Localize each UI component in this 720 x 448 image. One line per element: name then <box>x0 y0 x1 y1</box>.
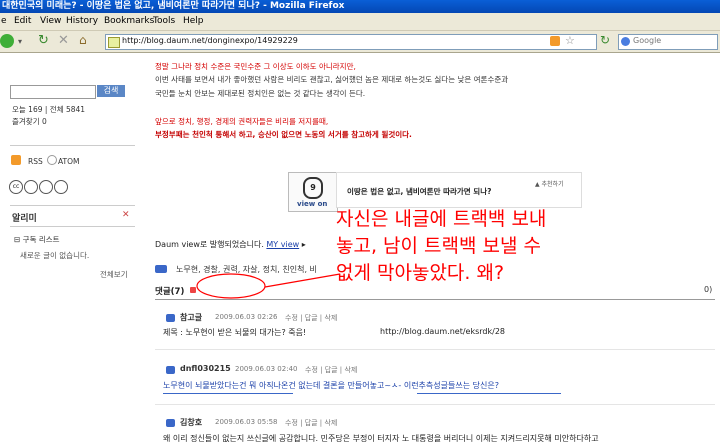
tag-icon <box>155 265 167 273</box>
view-on-title-box: 이땅은 법은 없고, 냄비여론만 따라가면 되나? ▲ 추천하기 <box>336 172 582 208</box>
comment-date: 2009.06.03 05:58 <box>215 418 278 426</box>
blog-search-button[interactable]: 검색 <box>97 85 125 97</box>
post-para2-line2: 부정부패는 천인척 통해서 하고, 승산이 없으면 노동의 서거를 참고하게 될… <box>155 130 412 139</box>
view-on-count: 9 <box>303 177 323 199</box>
view-on-title: 이땅은 법은 없고, 냄비여론만 따라가면 되나? <box>347 187 492 196</box>
comments-label[interactable]: 댓글(7) <box>155 285 184 297</box>
post-para1-line2: 이번 사태를 보면서 내가 좋아했던 사람은 비리도 괜찮고, 싫어했던 놈은 … <box>155 75 509 84</box>
view-on-widget[interactable]: 9 view on <box>288 172 338 212</box>
my-view-link[interactable]: MY view <box>266 240 299 249</box>
comment-body: 왜 이리 정신들이 없는지 쓰신글에 공감합니다. 민주당은 부정이 터지자 노… <box>163 434 599 443</box>
reload-icon[interactable]: ↻ <box>38 33 49 48</box>
search-placeholder: Google <box>633 36 662 45</box>
stats-today: 오늘 169 <box>12 105 43 114</box>
view-on-label: view on <box>297 200 328 208</box>
comment-author-icon <box>166 314 175 322</box>
comment-actions[interactable]: 수정 | 답글 | 삭제 <box>305 365 357 375</box>
cc-nd-icon[interactable] <box>54 180 68 194</box>
subscribe-empty: 새로운 글이 없습니다. <box>20 251 90 260</box>
daum-view-text: Daum view로 발행되었습니다. MY view ▸ <box>155 240 306 249</box>
page-counter: 0) <box>704 285 713 294</box>
annotation-ellipse <box>196 273 266 299</box>
recommend-link[interactable]: ▲ 추천하기 <box>535 179 564 188</box>
forward-icon[interactable] <box>0 34 14 48</box>
home-icon[interactable]: ⌂ <box>79 33 87 47</box>
go-icon[interactable]: ↻ <box>600 33 610 47</box>
comment-author[interactable]: 참고글 <box>180 312 202 323</box>
comment-divider <box>155 404 715 405</box>
comment-underline <box>163 393 293 394</box>
post-para1-line3: 국민들 눈치 안보는 제대로된 정치인은 없는 것 같다는 생각이 든다. <box>155 89 366 98</box>
rss-link[interactable]: RSS <box>28 157 43 166</box>
blog-search-input[interactable] <box>10 85 96 99</box>
favorites-count: 즐겨찾기 0 <box>12 117 47 126</box>
cc-license-icon[interactable]: cc <box>9 180 23 194</box>
comment-author[interactable]: 김창호 <box>180 417 202 428</box>
annotation-line2: 놓고, 남이 트랙백 보낼 수 <box>336 235 541 257</box>
stats-total: 전체 5841 <box>49 105 86 114</box>
cc-nc-icon[interactable] <box>39 180 53 194</box>
google-icon <box>621 37 630 46</box>
comment-author-icon <box>166 419 175 427</box>
annotation-arrow <box>264 273 341 288</box>
comment-body: 노무현이 뇌물받았다는건 뭐 아직나온건 없는데 결론을 만들어놓고~ㅅ- 이런… <box>163 381 499 390</box>
window-title-bar: 대한민국의 미래는? - 이땅은 법은 없고, 냄비여론만 따라가면 되나? -… <box>0 0 720 13</box>
menu-bookmarks[interactable]: Bookmarks <box>104 16 154 26</box>
rss-feed-icon[interactable] <box>550 36 560 46</box>
comment-date: 2009.06.03 02:40 <box>235 365 298 373</box>
trackback-annotation: 자신은 내글에 트랙백 보내 놓고, 남이 트랙백 보낼 수 없게 막아놓았다.… <box>336 206 546 287</box>
comment-body: 제목 : 노무현이 받은 뇌물의 대가는? 죽음! <box>163 328 307 337</box>
comment-author-icon <box>166 366 175 374</box>
bookmark-star-icon[interactable]: ☆ <box>565 34 575 47</box>
view-all-link[interactable]: 전체보기 <box>100 269 128 280</box>
annotation-line1: 자신은 내글에 트랙백 보내 <box>336 208 547 230</box>
stop-icon[interactable]: ✕ <box>58 33 69 48</box>
sidebar-divider <box>10 145 135 146</box>
menu-edit[interactable]: Edit <box>14 16 31 26</box>
comment-date: 2009.06.03 02:26 <box>215 313 278 321</box>
cc-by-icon[interactable] <box>24 180 38 194</box>
comment-link[interactable]: http://blog.daum.net/eksrdk/28 <box>380 327 505 336</box>
post-para1-line1: 정말 그나라 정치 수준은 국민수준 그 이상도 이하도 아니라지만, <box>155 62 356 71</box>
comment-actions[interactable]: 수정 | 답글 | 삭제 <box>285 313 337 323</box>
notice-close-icon[interactable]: ✕ <box>122 210 130 220</box>
annotation-line3: 없게 막아놓았다. 왜? <box>336 262 505 284</box>
site-favicon-icon <box>108 37 120 48</box>
subscribe-title: ⊟ 구독 리스트 <box>14 235 60 244</box>
rss-icon[interactable] <box>11 155 21 165</box>
comment-divider <box>155 349 715 350</box>
dropdown-arrow-icon[interactable]: ▾ <box>18 37 22 46</box>
menu-help[interactable]: Help <box>183 16 204 26</box>
atom-icon[interactable] <box>47 155 57 165</box>
url-bar[interactable]: http://blog.daum.net/donginexpo/14929229… <box>105 34 597 50</box>
menu-bar: e Edit View History Bookmarks Tools Help <box>0 13 720 31</box>
url-text: http://blog.daum.net/donginexpo/14929229 <box>122 36 298 45</box>
visitor-stats: 오늘 169 | 전체 5841 <box>12 105 86 114</box>
sidebar-divider <box>10 226 135 227</box>
menu-history[interactable]: History <box>66 16 98 26</box>
menu-file-partial[interactable]: e <box>1 16 7 26</box>
sidebar-divider <box>10 205 135 206</box>
comment-author[interactable]: dnfl030215 <box>180 364 231 373</box>
annotation-svg <box>196 273 341 299</box>
atom-link[interactable]: ATOM <box>58 157 80 166</box>
menu-view[interactable]: View <box>40 16 61 26</box>
window-title: 대한민국의 미래는? - 이땅은 법은 없고, 냄비여론만 따라가면 되나? -… <box>2 1 345 11</box>
comment-actions[interactable]: 수정 | 답글 | 삭제 <box>285 418 337 428</box>
post-para2-line1: 앞으로 정치, 행정, 경제의 권력자들은 비리를 저지를때, <box>155 117 329 126</box>
menu-tools[interactable]: Tools <box>153 16 175 26</box>
notice-title: 알리미 <box>12 214 37 224</box>
search-box[interactable]: Google <box>618 34 718 50</box>
comment-underline <box>417 393 561 394</box>
